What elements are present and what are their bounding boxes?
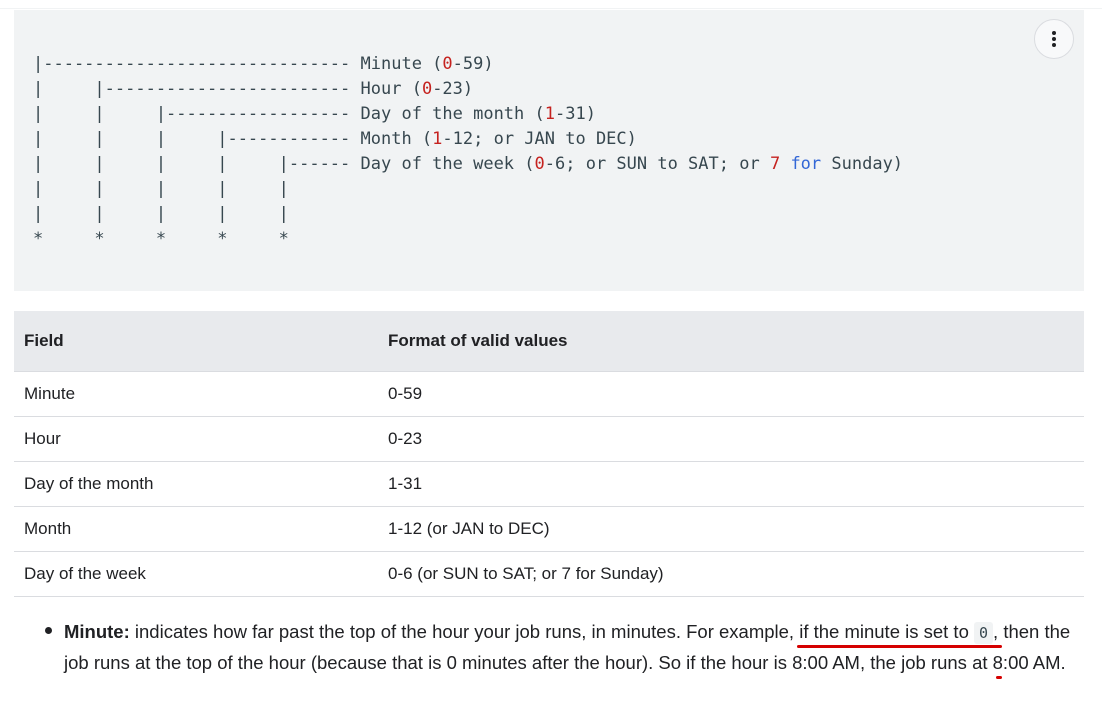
code-text: | | | |------------ Month ( bbox=[33, 129, 433, 149]
minute-description: Minute: indicates how far past the top o… bbox=[64, 617, 1084, 678]
code-text: | |------------------------ Hour ( bbox=[33, 79, 422, 99]
code-line: | | | | | bbox=[33, 204, 289, 224]
table-row: Minute 0-59 bbox=[14, 371, 1084, 417]
code-number: 7 bbox=[769, 154, 781, 174]
cell-field: Day of the month bbox=[14, 461, 378, 507]
code-line: |------------------------------ Minute (… bbox=[33, 54, 494, 74]
inline-code-zero: 0 bbox=[974, 622, 994, 644]
table-row: Day of the month 1-31 bbox=[14, 461, 1084, 507]
code-line: | | | |------------ Month (1-12; or JAN … bbox=[33, 129, 637, 149]
code-line: | |------------------------ Hour (0-23) bbox=[33, 79, 473, 99]
more-options-button[interactable] bbox=[1034, 19, 1074, 59]
bullet-dot bbox=[45, 627, 52, 634]
cell-format: 1-12 (or JAN to DEC) bbox=[378, 506, 1084, 552]
desc-text-2: (because that is 0 minutes after the hou… bbox=[310, 652, 1066, 673]
code-line: * * * * * bbox=[33, 229, 289, 249]
cell-format: 0-59 bbox=[378, 371, 1084, 417]
desc-text-1: indicates how far past the top of the ho… bbox=[129, 621, 800, 642]
code-number: 0 bbox=[421, 79, 433, 99]
code-text: -31) bbox=[555, 104, 596, 124]
table-row: Hour 0-23 bbox=[14, 416, 1084, 462]
code-line: | | | | | bbox=[33, 179, 289, 199]
cell-format: 1-31 bbox=[378, 461, 1084, 507]
code-text: | | | | | bbox=[33, 204, 289, 224]
top-edge bbox=[0, 0, 1102, 9]
code-keyword: for bbox=[790, 154, 822, 174]
highlight-underline-1: if the minute is set to 0, bbox=[799, 621, 998, 644]
cron-format-code: |------------------------------ Minute (… bbox=[33, 52, 903, 252]
code-number: 1 bbox=[432, 129, 443, 149]
fields-table: Field Format of valid values Minute 0-59… bbox=[14, 311, 1084, 597]
table-header-row: Field Format of valid values bbox=[14, 311, 1084, 372]
code-text: -6; or SUN to SAT; or bbox=[544, 154, 770, 174]
table-row: Month 1-12 (or JAN to DEC) bbox=[14, 506, 1084, 552]
cell-field: Hour bbox=[14, 416, 378, 462]
cell-field: Day of the week bbox=[14, 551, 378, 597]
code-number: 1 bbox=[544, 104, 555, 124]
code-text: -12; or JAN to DEC) bbox=[442, 129, 637, 149]
code-text: | | | | | bbox=[33, 179, 289, 199]
cell-format: 0-6 (or SUN to SAT; or 7 for Sunday) bbox=[378, 551, 1084, 597]
highlight-text-1: if the minute is set to bbox=[799, 621, 975, 642]
header-field: Field bbox=[14, 311, 378, 372]
code-text: -59) bbox=[452, 54, 494, 74]
code-line: | | |------------------ Day of the month… bbox=[33, 104, 596, 124]
code-text: | | |------------------ Day of the month… bbox=[33, 104, 545, 124]
table-row: Day of the week 0-6 (or SUN to SAT; or 7… bbox=[14, 551, 1084, 597]
code-line: | | | | |------ Day of the week (0-6; or… bbox=[33, 154, 903, 174]
code-number: 0 bbox=[534, 154, 545, 174]
code-text: Sunday) bbox=[821, 154, 904, 174]
more-vert-icon bbox=[1052, 31, 1056, 47]
code-text: | | | | |------ Day of the week ( bbox=[33, 154, 535, 174]
cell-field: Month bbox=[14, 506, 378, 552]
code-number: 0 bbox=[442, 54, 453, 74]
cell-format: 0-23 bbox=[378, 416, 1084, 462]
term-label: Minute: bbox=[64, 621, 130, 642]
cell-field: Minute bbox=[14, 371, 378, 417]
code-text: * * * * * bbox=[33, 229, 289, 249]
code-text: -23) bbox=[432, 79, 474, 99]
code-text: |------------------------------ Minute ( bbox=[33, 54, 443, 74]
header-format: Format of valid values bbox=[378, 311, 1084, 372]
